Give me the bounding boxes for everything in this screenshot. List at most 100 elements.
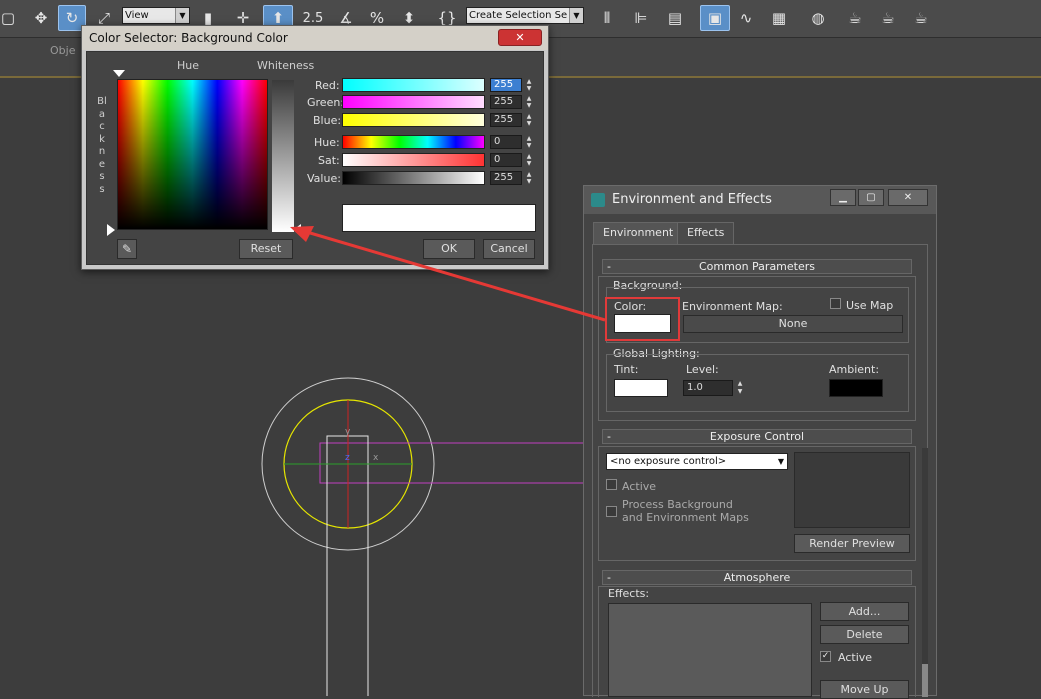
whiteness-pointer-icon[interactable] (293, 224, 301, 236)
highlight-box (605, 297, 680, 341)
sat-label: Sat: (318, 154, 340, 167)
panel-scrollbar[interactable] (922, 448, 928, 697)
chevron-down-icon: ▼ (175, 8, 189, 23)
common-parameters-rollout[interactable]: - Common Parameters (602, 259, 912, 274)
ambient-color-swatch[interactable] (829, 379, 883, 397)
color-selector-dialog: Color Selector: Background Color ✕ Hue W… (81, 25, 549, 270)
exposure-control-select[interactable]: <no exposure control> ▼ (606, 453, 788, 470)
green-spinner-arrows-icon[interactable]: ▲ ▼ (524, 95, 534, 109)
green-spinner[interactable]: 255 (490, 95, 522, 109)
sat-slider[interactable] (342, 153, 485, 167)
minimize-button[interactable]: ▁ (830, 189, 856, 206)
use-map-checkbox[interactable] (830, 298, 841, 309)
render-setup-icon[interactable]: ☕ (842, 5, 868, 31)
mirror-icon[interactable]: ⫴ (594, 5, 620, 31)
use-map-label: Use Map (846, 299, 894, 312)
value-label: Value: (307, 172, 341, 185)
render-preview-button[interactable]: Render Preview (794, 534, 910, 553)
blue-slider[interactable] (342, 113, 485, 127)
hue-slider[interactable] (342, 135, 485, 149)
hue-blackness-field[interactable] (117, 79, 268, 230)
environment-effects-dialog: Environment and Effects ▁ ▢ ✕ Environmen… (583, 185, 937, 699)
tab-effects[interactable]: Effects (677, 222, 735, 244)
ambient-label: Ambient: (829, 363, 880, 376)
atmosphere-rollout[interactable]: - Atmosphere (602, 570, 912, 585)
dope-sheet-icon[interactable]: ▦ (766, 5, 792, 31)
blackness-pointer-icon[interactable] (107, 224, 115, 236)
exposure-control-rollout[interactable]: - Exposure Control (602, 429, 912, 444)
environment-map-button[interactable]: None (683, 315, 903, 333)
effects-list[interactable] (608, 603, 812, 697)
atmosphere-active-checkbox[interactable]: ✓ (820, 651, 831, 662)
current-color-swatch (342, 204, 536, 232)
axis-label-y: y (345, 427, 351, 437)
green-label: Green: (307, 96, 345, 109)
scrollbar-thumb[interactable] (922, 664, 928, 697)
red-label: Red: (315, 79, 340, 92)
tab-environment[interactable]: Environment (593, 222, 684, 244)
atmosphere-active-label: Active (838, 651, 873, 664)
whiteness-slider[interactable] (272, 80, 294, 232)
red-spinner-arrows-icon[interactable]: ▲ ▼ (524, 78, 534, 92)
env-title-bar[interactable]: Environment and Effects ▁ ▢ ✕ (584, 186, 936, 214)
axis-label-z: z (345, 453, 350, 463)
green-slider[interactable] (342, 95, 485, 109)
process-background-label: Process Background (622, 498, 733, 511)
material-editor-icon[interactable]: ◍ (805, 5, 831, 31)
active-checkbox[interactable] (606, 479, 617, 490)
add-button[interactable]: Add... (820, 602, 909, 621)
render-production-icon[interactable]: ☕ (908, 5, 934, 31)
chevron-down-icon: ▼ (777, 457, 784, 466)
sat-spinner-arrows-icon[interactable]: ▲ ▼ (524, 153, 534, 167)
layers-icon[interactable]: ▤ (662, 5, 688, 31)
tint-color-swatch[interactable] (614, 379, 668, 397)
value-slider[interactable] (342, 171, 485, 185)
move-icon[interactable]: ✥ (28, 5, 54, 31)
eyedropper-icon[interactable]: ✎ (117, 239, 137, 259)
maximize-button[interactable]: ▢ (858, 189, 884, 206)
align-icon[interactable]: ⊫ (628, 5, 654, 31)
curve-editor-icon[interactable]: ∿ (733, 5, 759, 31)
close-button[interactable]: ✕ (888, 189, 928, 206)
move-up-button[interactable]: Move Up (820, 680, 909, 699)
active-label: Active (622, 480, 657, 493)
level-spinner[interactable]: 1.0 (683, 380, 733, 396)
value-spinner-arrows-icon[interactable]: ▲ ▼ (524, 171, 534, 185)
ok-button[interactable]: OK (423, 239, 475, 259)
hue-pointer-icon[interactable] (113, 70, 125, 77)
cancel-button[interactable]: Cancel (483, 239, 535, 259)
red-spinner[interactable]: 255 (490, 78, 522, 92)
red-slider[interactable] (342, 78, 485, 92)
process-background-checkbox[interactable] (606, 506, 617, 517)
reset-button[interactable]: Reset (239, 239, 293, 259)
hue-label: Hue (177, 59, 200, 72)
select-region-icon[interactable]: ▢ (0, 5, 16, 31)
blue-spinner-arrows-icon[interactable]: ▲ ▼ (524, 113, 534, 127)
environment-map-label: Environment Map: (682, 300, 783, 313)
reference-coordinate-select[interactable]: View ▼ (122, 7, 190, 24)
hue-field-label: Hue: (314, 136, 340, 149)
hue-spinner[interactable]: 0 (490, 135, 522, 149)
blue-spinner[interactable]: 255 (490, 113, 522, 127)
exposure-preview (794, 452, 910, 528)
environment-maps-label: and Environment Maps (622, 511, 749, 524)
level-spinner-arrows-icon[interactable]: ▲ ▼ (735, 380, 745, 396)
scene-explorer-icon[interactable]: ▣ (700, 5, 730, 31)
whiteness-label: Whiteness (257, 59, 315, 72)
env-title: Environment and Effects (612, 192, 772, 207)
hue-spinner-arrows-icon[interactable]: ▲ ▼ (524, 135, 534, 149)
value-spinner[interactable]: 255 (490, 171, 522, 185)
color-selector-title-bar[interactable]: Color Selector: Background Color ✕ (82, 26, 548, 50)
sat-spinner[interactable]: 0 (490, 153, 522, 167)
level-label: Level: (686, 363, 719, 376)
chevron-down-icon: ▼ (569, 8, 583, 23)
close-button[interactable]: ✕ (498, 29, 542, 46)
axis-label-x: x (373, 453, 379, 463)
blackness-label: Blackness (97, 96, 107, 195)
rendered-frame-window-icon[interactable]: ☕ (875, 5, 901, 31)
color-selector-body: Hue Whiteness Blackness ✎ Reset Red: 255… (86, 51, 544, 265)
named-selection-set-select[interactable]: Create Selection Se ▼ (466, 7, 584, 24)
delete-button[interactable]: Delete (820, 625, 909, 644)
effects-label: Effects: (608, 587, 650, 600)
ribbon-label: Obje (50, 44, 76, 57)
